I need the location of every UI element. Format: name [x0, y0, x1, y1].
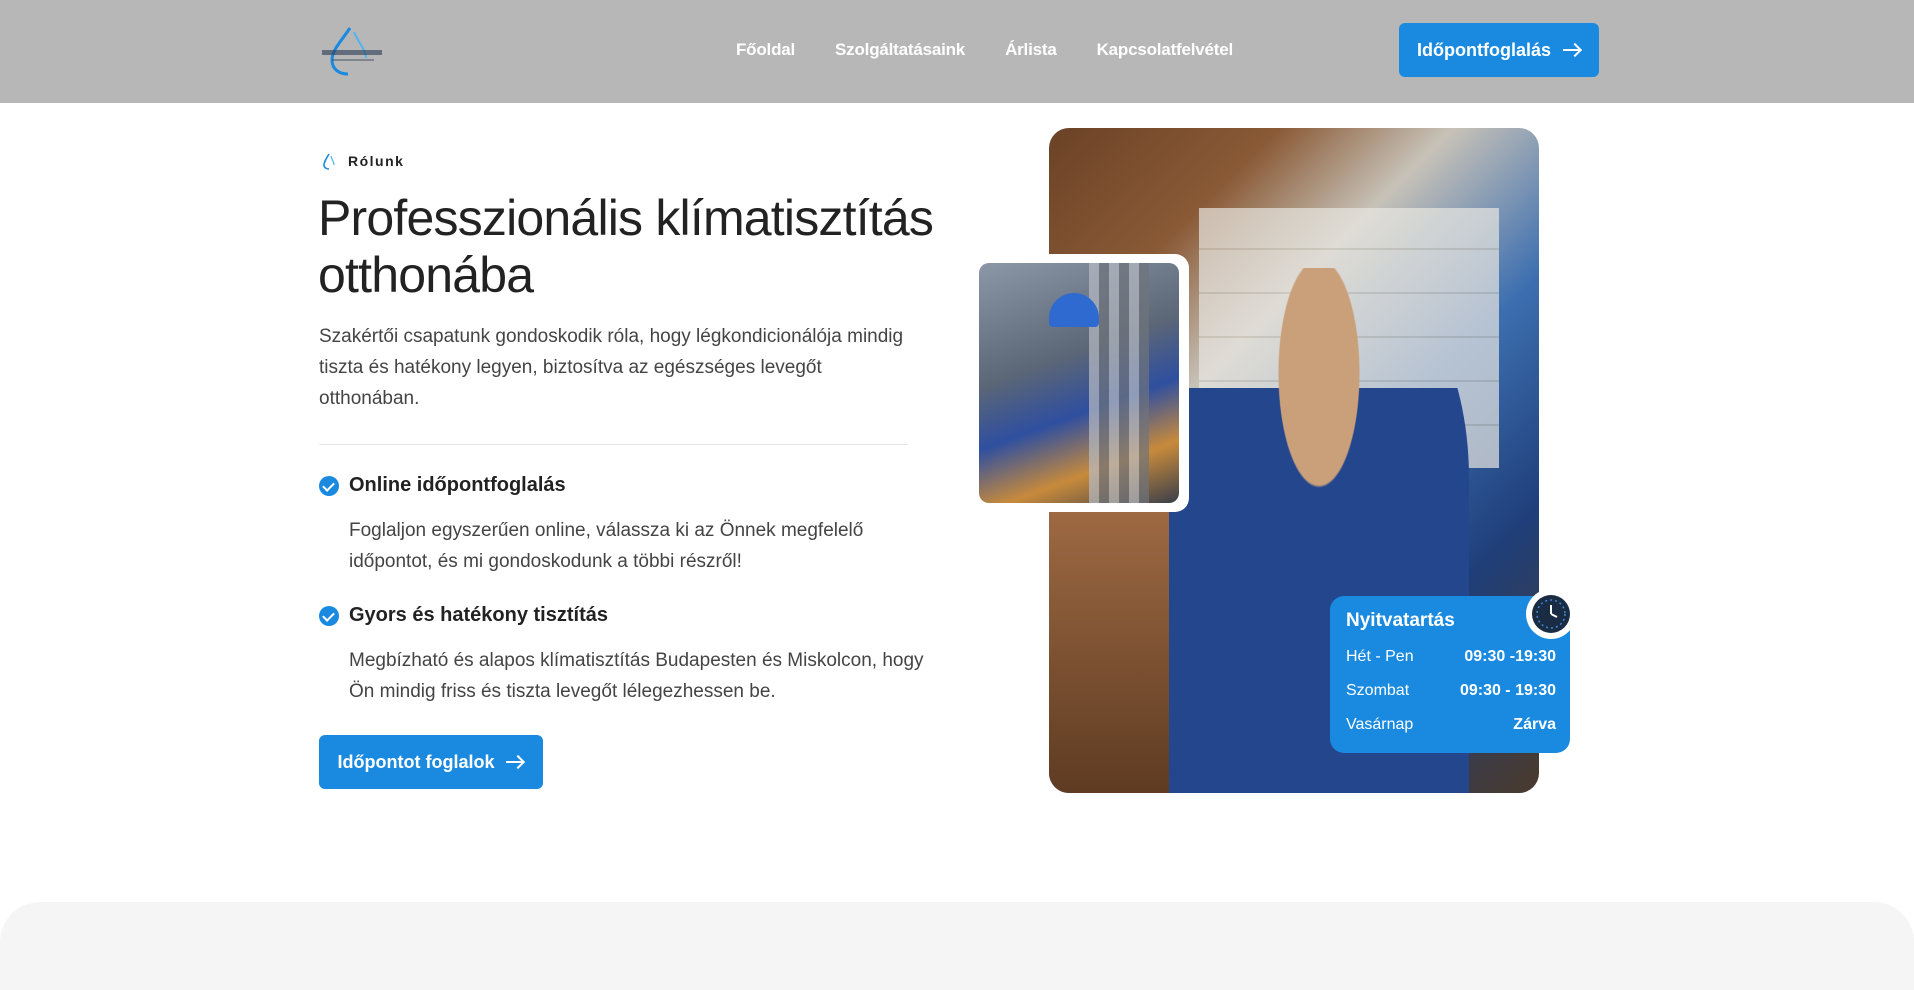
hours-time: Zárva — [1513, 716, 1556, 733]
hours-day: Hét - Pen — [1346, 648, 1414, 665]
eyebrow-label: Rólunk — [348, 153, 405, 169]
site-logo[interactable] — [318, 24, 388, 76]
book-appointment-label: Időpontfoglalás — [1417, 39, 1551, 60]
hours-time: 09:30 - 19:30 — [1459, 682, 1556, 699]
hours-day: Szombat — [1346, 682, 1410, 699]
book-now-label: Időpontot foglalok — [337, 751, 495, 772]
feature-description: Megbízható és alapos klímatisztítás Buda… — [349, 650, 924, 702]
divider — [319, 444, 908, 445]
nav-home[interactable]: Főoldal — [736, 40, 795, 60]
logo-drop-icon — [323, 153, 335, 170]
hours-row: Vasárnap Zárva — [1346, 716, 1556, 734]
feature-title: Gyors és hatékony tisztítás — [349, 604, 608, 626]
check-circle-icon — [319, 475, 339, 496]
intro-text: Szakértői csapatunk gondoskodik róla, ho… — [319, 326, 904, 409]
section-eyebrow: Rólunk — [320, 152, 404, 170]
arrow-right-icon — [1563, 43, 1581, 57]
check-circle-icon — [319, 605, 339, 626]
book-now-button[interactable]: Időpontot foglalok — [319, 735, 543, 789]
feature-title: Online időpontfoglalás — [349, 474, 566, 496]
clock-icon — [1532, 595, 1570, 633]
hours-row: Szombat 09:30 - 19:30 — [1346, 682, 1556, 700]
feature-description: Foglaljon egyszerűen online, válassza ki… — [349, 520, 864, 572]
book-appointment-button[interactable]: Időpontfoglalás — [1399, 23, 1599, 77]
arrow-right-icon — [506, 755, 524, 769]
next-section-background — [0, 902, 1914, 990]
main-nav: Főoldal Szolgáltatásaink Árlista Kapcsol… — [736, 40, 1273, 60]
hours-day: Vasárnap — [1346, 716, 1414, 733]
nav-pricing[interactable]: Árlista — [1005, 40, 1057, 60]
nav-services[interactable]: Szolgáltatásaink — [835, 40, 965, 60]
nav-contact[interactable]: Kapcsolatfelvétel — [1097, 40, 1234, 60]
plumber-photo — [979, 263, 1179, 503]
logo-drop-icon — [322, 27, 382, 76]
feature-online-booking: Online időpontfoglalás Foglaljon egyszer… — [319, 474, 919, 577]
hours-row: Hét - Pen 09:30 -19:30 — [1346, 648, 1556, 666]
opening-hours-title: Nyitvatartás — [1346, 610, 1455, 631]
site-header: Főoldal Szolgáltatásaink Árlista Kapcsol… — [0, 0, 1914, 103]
page-title: Professzionális klímatisztítás otthonába — [318, 190, 934, 303]
hours-time: 09:30 -19:30 — [1464, 648, 1556, 665]
feature-fast-cleaning: Gyors és hatékony tisztítás Megbízható é… — [319, 604, 924, 707]
